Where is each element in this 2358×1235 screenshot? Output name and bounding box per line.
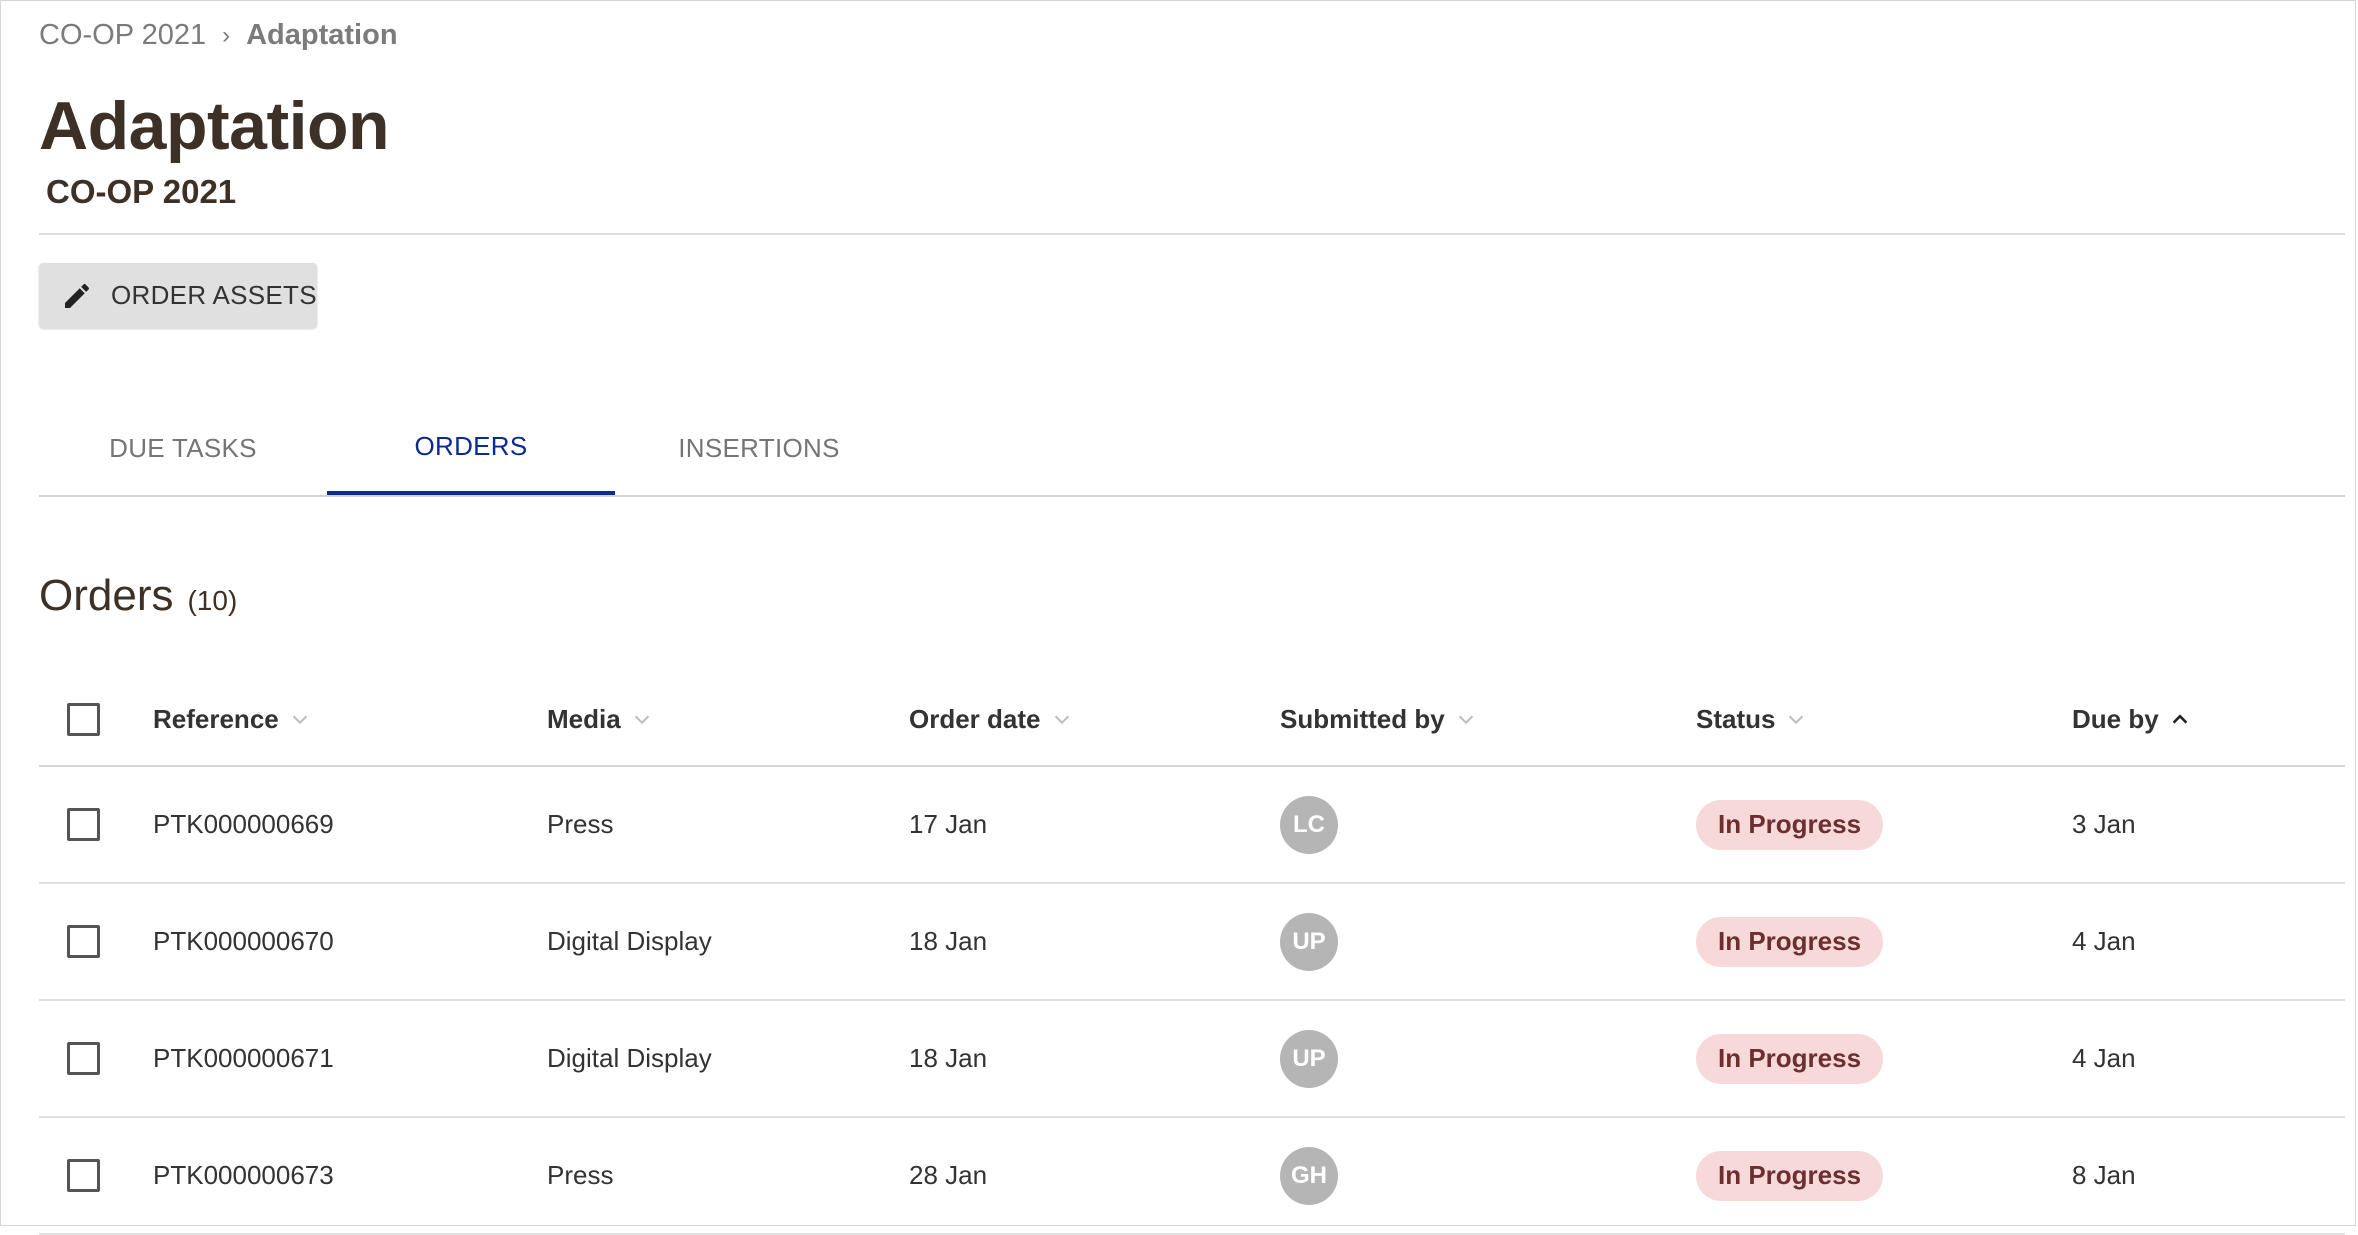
column-header-due-by[interactable]: Due by — [2072, 673, 2191, 765]
cell-media: Digital Display — [547, 1043, 712, 1073]
chevron-down-icon — [292, 715, 307, 725]
status-badge: In Progress — [1696, 799, 1884, 850]
page-title: Adaptation — [39, 88, 390, 164]
avatar: UP — [1280, 1029, 1338, 1088]
cell-media: Press — [547, 1160, 614, 1190]
cell-status: In Progress — [1696, 884, 1884, 999]
tabs-divider — [39, 495, 2345, 497]
page-subtitle: CO-OP 2021 — [46, 173, 237, 210]
column-label: Due by — [2072, 703, 2159, 734]
cell-due-by: 4 Jan — [2072, 1043, 2136, 1073]
cell-status: In Progress — [1696, 1118, 1884, 1233]
row-select-cell — [67, 1118, 100, 1233]
cell-reference: PTK000000670 — [153, 926, 334, 956]
table-row[interactable]: PTK000000670 Digital Display 18 Jan UP I… — [39, 884, 2345, 1001]
cell-submitted-by: UP — [1280, 884, 1338, 999]
select-all-cell — [67, 673, 100, 765]
column-label: Reference — [153, 703, 279, 734]
table-row[interactable]: PTK000000673 Press 28 Jan GH In Progress… — [39, 1118, 2345, 1235]
chevron-up-icon — [2172, 714, 2188, 724]
order-assets-label: ORDER ASSETS — [111, 280, 317, 310]
order-assets-button[interactable]: ORDER ASSETS — [39, 263, 317, 328]
row-select-cell — [67, 767, 100, 882]
cell-order-date: 28 Jan — [909, 1160, 988, 1190]
row-checkbox[interactable] — [67, 1159, 100, 1192]
chevron-down-icon — [1458, 715, 1473, 725]
row-checkbox[interactable] — [67, 808, 100, 841]
column-label: Order date — [909, 703, 1041, 734]
cell-reference: PTK000000673 — [153, 1160, 334, 1190]
column-header-status[interactable]: Status — [1696, 673, 1807, 765]
breadcrumb-current: Adaptation — [246, 19, 398, 51]
cell-submitted-by: UP — [1280, 1001, 1338, 1116]
column-header-media[interactable]: Media — [547, 673, 653, 765]
column-header-reference[interactable]: Reference — [153, 673, 311, 765]
column-label: Submitted by — [1280, 703, 1445, 734]
column-label: Status — [1696, 703, 1776, 734]
avatar: UP — [1280, 912, 1338, 971]
orders-title: Orders — [39, 571, 174, 620]
column-label: Media — [547, 703, 621, 734]
cell-media: Press — [547, 809, 614, 839]
status-badge: In Progress — [1696, 1150, 1884, 1201]
cell-reference: PTK000000671 — [153, 1043, 334, 1073]
row-select-cell — [67, 1001, 100, 1116]
avatar: GH — [1280, 1146, 1338, 1205]
breadcrumb-separator: › — [222, 21, 231, 49]
cell-submitted-by: LC — [1280, 767, 1338, 882]
column-header-order-date[interactable]: Order date — [909, 673, 1073, 765]
cell-order-date: 17 Jan — [909, 809, 988, 839]
orders-count: (10) — [187, 585, 238, 616]
tab-due-tasks[interactable]: DUE TASKS — [39, 401, 327, 495]
cell-status: In Progress — [1696, 767, 1884, 882]
orders-table: Reference Media Order date Submitted by … — [39, 673, 2345, 1235]
cell-status: In Progress — [1696, 1001, 1884, 1116]
cell-due-by: 4 Jan — [2072, 926, 2136, 956]
cell-due-by: 3 Jan — [2072, 809, 2136, 839]
row-checkbox[interactable] — [67, 1042, 100, 1075]
chevron-down-icon — [1054, 715, 1069, 725]
table-row[interactable]: PTK000000671 Digital Display 18 Jan UP I… — [39, 1001, 2345, 1118]
status-badge: In Progress — [1696, 1033, 1884, 1084]
tab-bar: DUE TASKS ORDERS INSERTIONS — [39, 401, 2345, 495]
status-badge: In Progress — [1696, 916, 1884, 967]
cell-due-by: 8 Jan — [2072, 1160, 2136, 1190]
table-header-row: Reference Media Order date Submitted by … — [39, 673, 2345, 767]
app-frame: CO-OP 2021 › Adaptation Adaptation CO-OP… — [0, 0, 2356, 1235]
table-row[interactable]: PTK000000669 Press 17 Jan LC In Progress… — [39, 767, 2345, 884]
cell-reference: PTK000000669 — [153, 809, 334, 839]
cell-order-date: 18 Jan — [909, 1043, 988, 1073]
avatar: LC — [1280, 795, 1338, 854]
select-all-checkbox[interactable] — [67, 702, 100, 736]
tab-insertions[interactable]: INSERTIONS — [615, 401, 903, 495]
orders-heading: Orders (10) — [39, 571, 237, 621]
chevron-down-icon — [1789, 715, 1804, 725]
pencil-icon — [65, 283, 90, 308]
row-select-cell — [67, 884, 100, 999]
chevron-down-icon — [634, 715, 649, 725]
column-header-submitted-by[interactable]: Submitted by — [1280, 673, 1477, 765]
header-divider — [39, 233, 2345, 235]
breadcrumb: CO-OP 2021 › Adaptation — [39, 19, 398, 52]
row-checkbox[interactable] — [67, 925, 100, 958]
breadcrumb-parent-link[interactable]: CO-OP 2021 — [39, 19, 206, 52]
cell-submitted-by: GH — [1280, 1118, 1338, 1233]
tab-orders[interactable]: ORDERS — [327, 401, 615, 495]
cell-order-date: 18 Jan — [909, 926, 988, 956]
cell-media: Digital Display — [547, 926, 712, 956]
